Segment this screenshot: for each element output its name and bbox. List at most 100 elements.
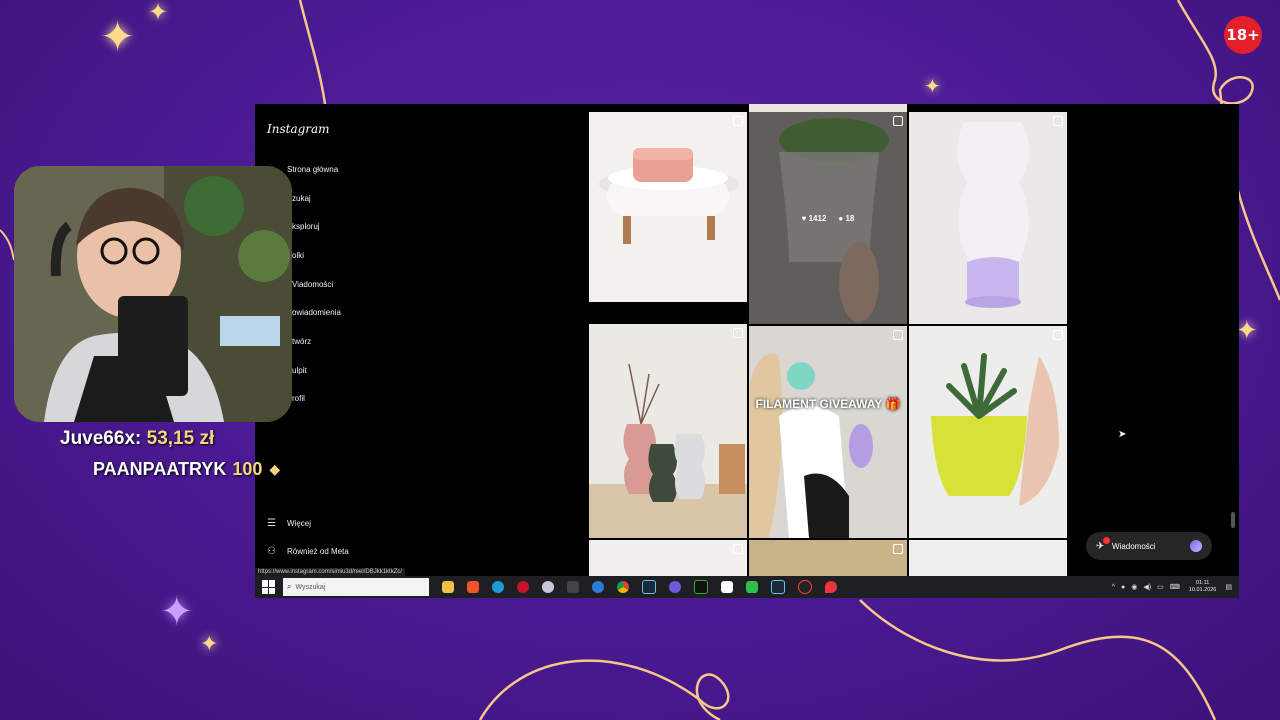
sparkle-icon: ✦ — [148, 0, 169, 26]
wavy-vase-photo — [909, 112, 1067, 324]
age-rating-badge: 18+ — [1224, 16, 1262, 54]
giveaway-caption: FILAMENT GIVEAWAY 🎁 — [755, 397, 901, 411]
instagram-logo[interactable]: Instagram — [267, 122, 330, 136]
map-pin-icon[interactable] — [824, 581, 837, 593]
nav-label: Viadomości — [292, 279, 334, 289]
edge-browser-icon[interactable] — [491, 581, 504, 593]
donation-amount: 53,15 zł — [146, 428, 215, 449]
right-pane — [1067, 104, 1239, 576]
search-icon: ⌕ — [287, 582, 292, 591]
nav-label: ulpit — [292, 365, 307, 375]
meta-icon: ⚇ — [267, 546, 276, 557]
bits-gem-icon: ◆ — [269, 461, 281, 478]
obs-icon[interactable] — [668, 581, 681, 593]
chevron-up-icon[interactable]: ^ — [1112, 584, 1115, 591]
taskbar-search-input[interactable]: ⌕ Wyszukaj — [283, 578, 429, 596]
grid-tile[interactable]: FILAMENT GIVEAWAY 🎁 — [749, 326, 907, 538]
hamburger-icon: ☰ — [267, 518, 276, 529]
microphone-icon[interactable]: ● — [1121, 584, 1125, 591]
app-icon[interactable] — [720, 581, 733, 593]
streamer-webcam-image — [14, 166, 292, 422]
sparkle-icon: ✦ — [1236, 316, 1258, 346]
likes-count: 1412 — [808, 213, 827, 223]
app-icon[interactable] — [591, 581, 604, 593]
brave-browser-icon[interactable] — [466, 581, 479, 593]
webcam-feed — [14, 166, 292, 422]
file-explorer-icon[interactable] — [441, 581, 454, 593]
messenger-icon: ✈ — [1096, 537, 1110, 552]
grid-tile-partial[interactable] — [749, 104, 907, 112]
app-icon[interactable] — [745, 581, 758, 593]
likes-stat: ♥ 1412 — [802, 214, 827, 223]
steam-icon[interactable] — [641, 580, 656, 594]
nav-label: rofil — [292, 393, 305, 403]
donation-alert: Juve66x: 53,15 zł — [60, 428, 214, 450]
grid-tile-hovered[interactable]: ♥ 1412 ● 18 — [749, 112, 907, 324]
grid-tile-partial[interactable] — [749, 540, 907, 576]
app-tray-icon[interactable]: ◉ — [1131, 583, 1137, 591]
search-placeholder: Wyszukaj — [295, 583, 326, 591]
windows-start-icon[interactable] — [262, 580, 276, 594]
grid-tile[interactable] — [909, 326, 1067, 538]
clock-time: 01:11 — [1195, 580, 1210, 586]
reel-icon — [1053, 116, 1063, 126]
comments-count: 18 — [845, 213, 855, 223]
sparkle-icon: ✦ — [160, 589, 194, 635]
opera-icon[interactable] — [516, 581, 529, 593]
sparkle-icon: ✦ — [200, 632, 219, 657]
notification-dot — [1103, 537, 1110, 544]
vases-photo — [589, 324, 747, 538]
comment-icon: ● — [838, 213, 844, 223]
grid-tile[interactable] — [909, 112, 1067, 324]
avatar — [1190, 540, 1202, 552]
reel-icon — [893, 116, 903, 126]
bits-donor-name: PAANPAATRYK — [93, 459, 227, 479]
windows-taskbar: ⌕ Wyszukaj ^ ● ◉ ◀) ▭ ⌨ 01:11 10.01.2026… — [255, 576, 1239, 598]
grid-tile[interactable] — [589, 324, 747, 538]
bits-amount: 100 — [232, 459, 263, 479]
reel-icon — [893, 330, 903, 340]
mouse-cursor-icon: ➤ — [1118, 429, 1127, 440]
reel-icon — [733, 328, 743, 338]
nav-label: zukaj — [292, 193, 311, 203]
more-menu-button[interactable]: ☰ Więcej — [267, 518, 311, 529]
reel-icon — [1053, 330, 1063, 340]
app-icon[interactable] — [566, 581, 579, 593]
system-tray: ^ ● ◉ ◀) ▭ ⌨ 01:11 10.01.2026 ▤ — [1109, 576, 1235, 598]
explore-grid: ♥ 1412 ● 18 FILAMENT GIVEAWAY 🎁 — [589, 104, 1067, 576]
nav-label: twórz — [292, 336, 312, 346]
grid-tile-partial[interactable] — [909, 540, 1067, 576]
more-label: Więcej — [287, 519, 312, 528]
steam-icon[interactable] — [770, 580, 785, 594]
grid-tile-partial[interactable] — [589, 540, 747, 576]
comments-stat: ● 18 — [838, 214, 854, 223]
instagram-sidebar: Instagram ⌂ Strona główna zukaj ksploruj… — [255, 104, 590, 574]
scrollbar-thumb[interactable] — [1231, 512, 1235, 528]
nav-label: owiadomienia — [292, 307, 341, 317]
reel-icon — [733, 116, 743, 126]
nav-label: ksploruj — [292, 221, 320, 231]
app-icon[interactable] — [797, 580, 812, 594]
soap-dish-photo — [589, 112, 747, 302]
meta-label: Również od Meta — [287, 547, 349, 556]
screen-capture: Instagram ⌂ Strona główna zukaj ksploruj… — [255, 104, 1239, 598]
sparkle-icon: ✦ — [924, 74, 941, 98]
clock-date: 10.01.2026 — [1188, 587, 1217, 593]
also-from-meta-button[interactable]: ⚇ Również od Meta — [267, 546, 349, 557]
notifications-icon[interactable]: ▤ — [1225, 583, 1232, 591]
volume-icon[interactable]: ◀) — [1143, 583, 1151, 591]
terminal-icon[interactable] — [693, 580, 708, 594]
messages-pill-button[interactable]: ✈ Wiadomości — [1086, 532, 1212, 560]
discord-icon[interactable] — [541, 581, 554, 593]
hover-stats: ♥ 1412 ● 18 — [749, 112, 907, 324]
taskbar-clock[interactable]: 01:11 10.01.2026 — [1189, 580, 1217, 594]
bits-alert: PAANPAATRYK 100 ◆ — [93, 459, 280, 480]
network-icon[interactable]: ▭ — [1157, 583, 1164, 591]
chrome-icon[interactable] — [616, 581, 629, 593]
taskbar-apps — [435, 580, 843, 594]
nav-label: olki — [292, 250, 305, 260]
keyboard-icon[interactable]: ⌨ — [1170, 583, 1180, 591]
grid-tile[interactable] — [589, 112, 747, 302]
succulent-pot-photo — [909, 326, 1067, 538]
messages-pill-label: Wiadomości — [1112, 541, 1156, 551]
